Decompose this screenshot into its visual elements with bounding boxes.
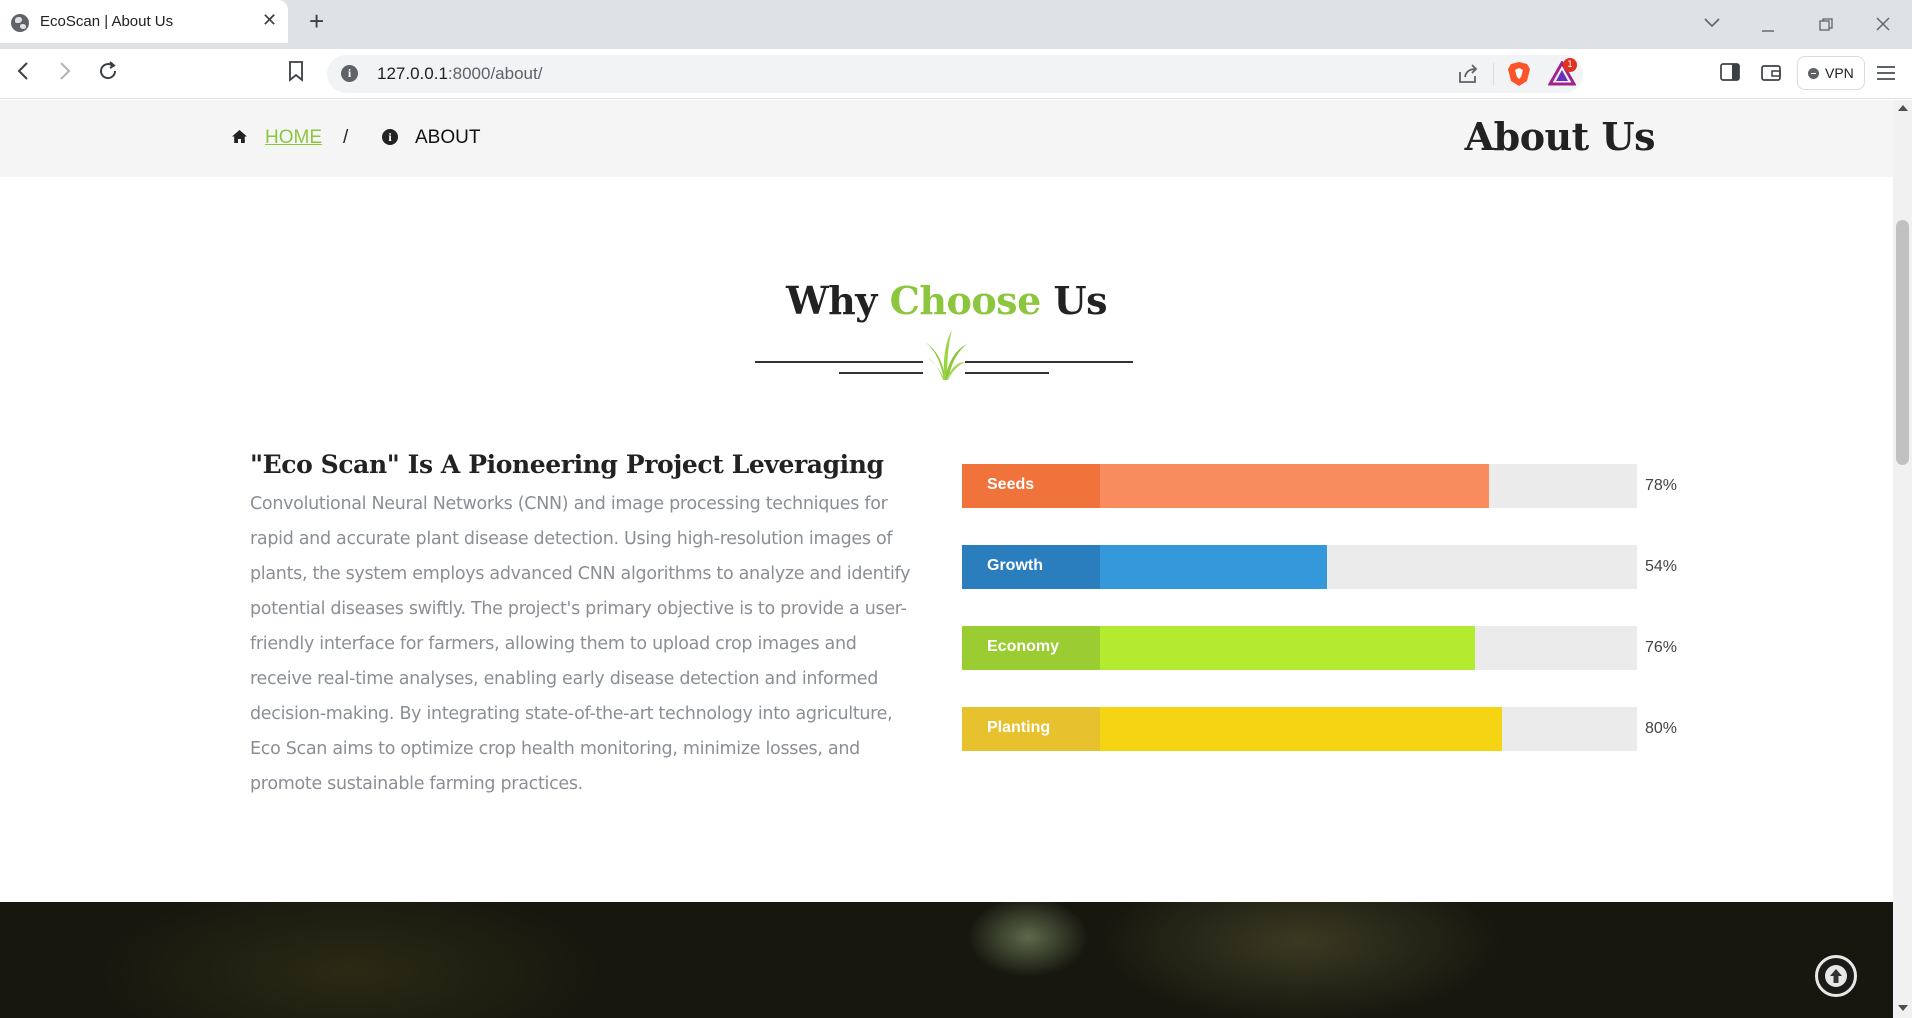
skill-bar-economy: Economy	[962, 626, 1637, 670]
breadcrumb-separator: /	[343, 127, 349, 148]
restore-button[interactable]	[1818, 14, 1834, 38]
sidebar-icon[interactable]	[1720, 63, 1740, 85]
page-title: About Us	[1464, 114, 1656, 159]
skill-percent-growth: 54%	[1645, 558, 1678, 575]
skill-tag: Planting	[962, 707, 1100, 751]
share-icon[interactable]	[1457, 63, 1479, 85]
skill-name: Growth	[987, 557, 1043, 574]
forward-button[interactable]	[56, 59, 74, 90]
wallet-icon[interactable]	[1761, 63, 1781, 85]
skill-tag: Economy	[962, 626, 1100, 670]
scrollbar-thumb[interactable]	[1896, 220, 1909, 465]
scroll-down-arrow-icon[interactable]	[1898, 1005, 1908, 1011]
about-heading: "Eco Scan" Is A Pioneering Project Lever…	[250, 450, 884, 479]
info-circle-icon: i	[382, 129, 398, 145]
arrow-up-icon	[1825, 965, 1847, 987]
bookmark-icon[interactable]	[287, 59, 305, 90]
browser-tab-active[interactable]: EcoScan | About Us ✕	[0, 0, 288, 43]
tab-search-chevron-icon[interactable]	[1703, 10, 1721, 34]
scroll-to-top-button[interactable]	[1815, 955, 1857, 997]
toolbar-divider	[1493, 63, 1494, 85]
rewards-badge: 1	[1563, 58, 1577, 72]
vpn-status-icon	[1808, 68, 1819, 79]
new-tab-button[interactable]: +	[309, 6, 324, 37]
section-title: Why Choose Us	[785, 278, 1108, 323]
skill-bar-planting: Planting	[962, 707, 1637, 751]
browser-tabstrip: EcoScan | About Us ✕ +	[0, 0, 1912, 49]
hero-background-image	[0, 902, 1893, 1018]
skill-percent-planting: 80%	[1645, 720, 1678, 737]
page-scrollbar[interactable]	[1893, 100, 1912, 1018]
tab-close-icon[interactable]: ✕	[262, 10, 277, 31]
about-paragraph: Convolutional Neural Networks (CNN) and …	[250, 494, 911, 794]
url-text[interactable]: 127.0.0.1:8000/about/	[377, 64, 542, 84]
skill-percent-economy: 76%	[1645, 639, 1678, 656]
skill-name: Planting	[987, 719, 1051, 736]
breadcrumb-bar: HOME / i ABOUT About Us	[0, 100, 1893, 177]
window-close-button[interactable]	[1875, 13, 1891, 37]
skill-percent-seeds: 78%	[1645, 477, 1678, 494]
skill-tag: Seeds	[962, 464, 1100, 508]
grass-divider-icon	[755, 330, 1133, 380]
skill-bar-growth: Growth	[962, 545, 1637, 589]
breadcrumb-current: ABOUT	[415, 127, 481, 148]
skill-tag: Growth	[962, 545, 1100, 589]
skill-bar-seeds: Seeds	[962, 464, 1637, 508]
home-icon	[232, 130, 247, 143]
breadcrumb-home-link[interactable]: HOME	[265, 127, 322, 149]
vpn-button[interactable]: VPN	[1797, 56, 1865, 90]
globe-icon	[11, 14, 29, 32]
page-viewport: HOME / i ABOUT About Us Why Choose Us "E…	[0, 100, 1912, 1018]
address-bar[interactable]: i 127.0.0.1:8000/about/ 1	[327, 55, 1583, 93]
brave-shields-icon[interactable]	[1507, 61, 1531, 87]
minimize-button[interactable]	[1760, 14, 1776, 38]
skill-name: Seeds	[987, 476, 1035, 493]
browser-toolbar: i 127.0.0.1:8000/about/ 1 VPN	[0, 49, 1912, 99]
tab-title: EcoScan | About Us	[40, 13, 174, 30]
vpn-label: VPN	[1825, 65, 1854, 81]
site-info-icon[interactable]: i	[341, 65, 358, 82]
back-button[interactable]	[14, 59, 32, 90]
scroll-up-arrow-icon[interactable]	[1898, 105, 1908, 111]
reload-button[interactable]	[96, 59, 120, 90]
hamburger-menu-icon[interactable]	[1877, 66, 1895, 80]
skill-name: Economy	[987, 638, 1060, 655]
